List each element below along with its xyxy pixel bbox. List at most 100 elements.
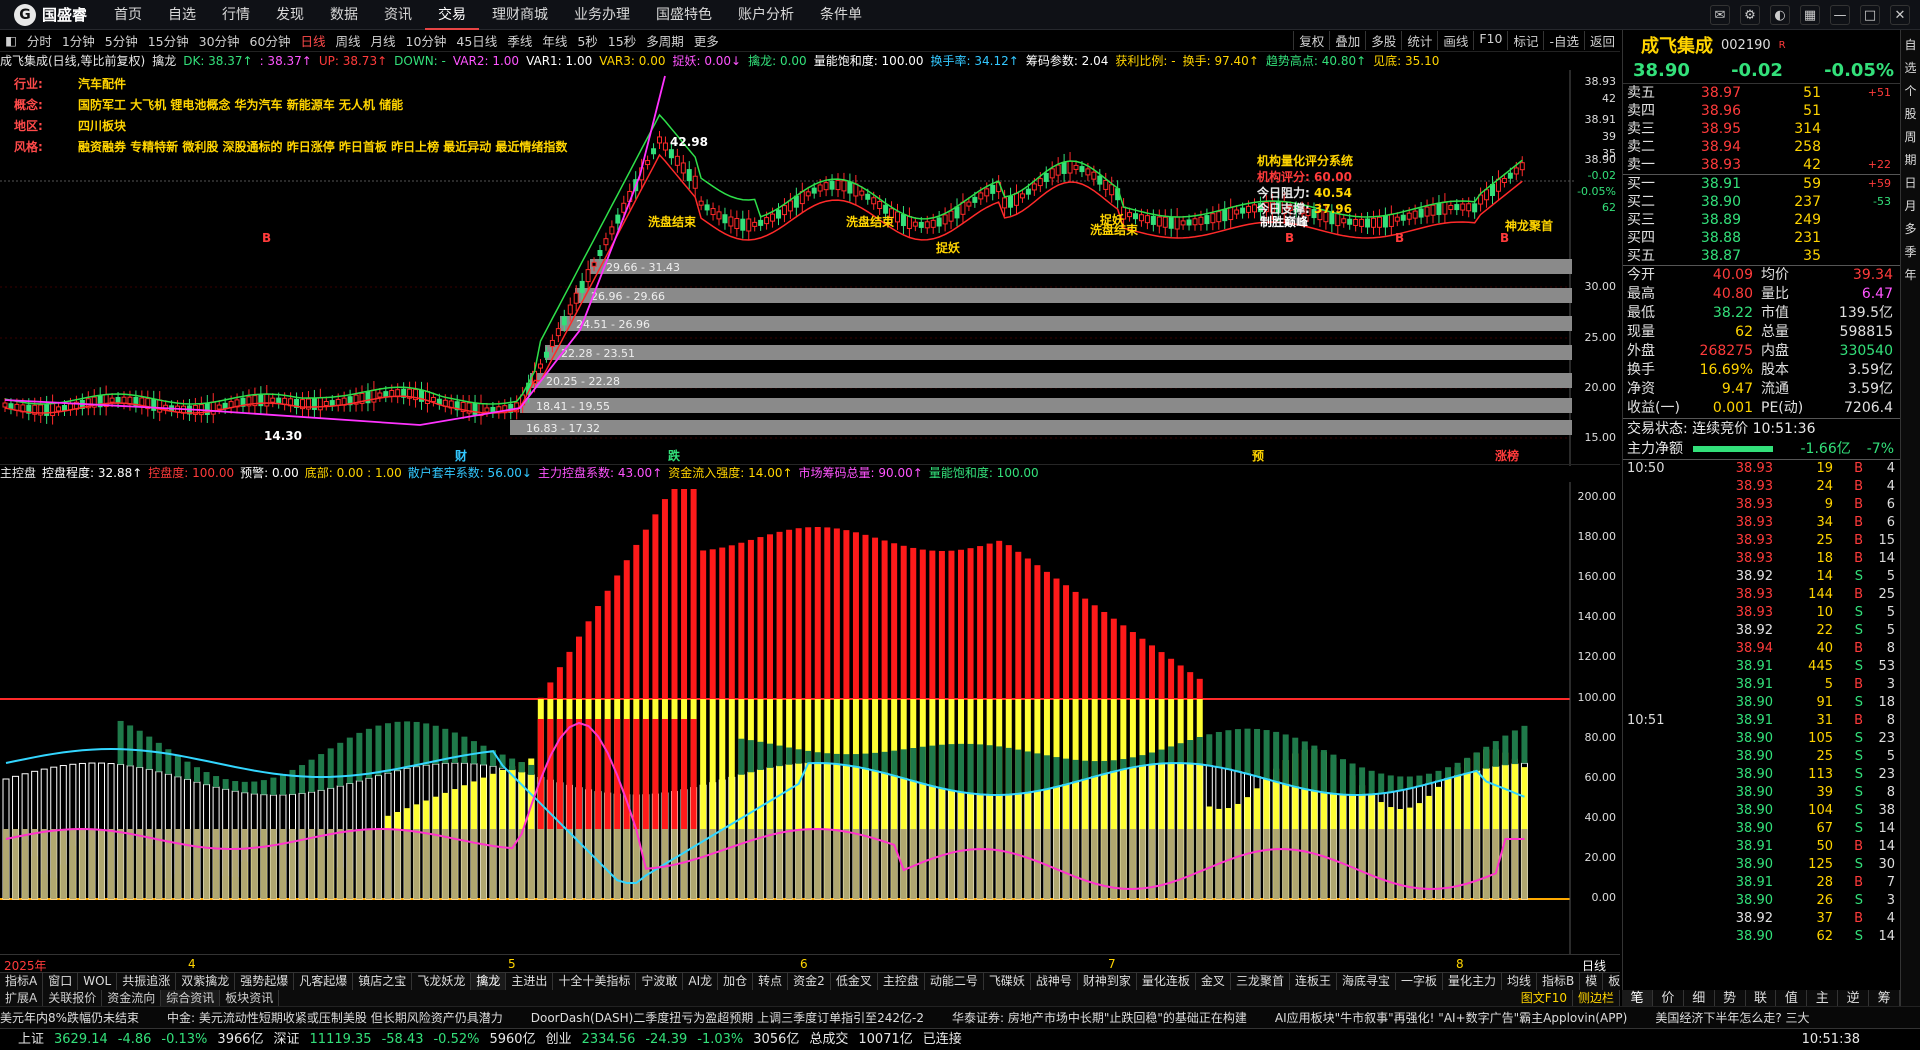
- indicator-tab[interactable]: 低金叉: [831, 973, 878, 990]
- ask-row[interactable]: 卖三 38.95 314: [1623, 120, 1900, 138]
- quote-panel-tab[interactable]: 联: [1746, 990, 1777, 1006]
- nav-item-6[interactable]: 交易: [425, 0, 480, 30]
- indicator-tab[interactable]: 十全十美指标: [553, 973, 637, 990]
- indicator-tab[interactable]: 加仓: [718, 973, 754, 990]
- nav-item-4[interactable]: 数据: [317, 0, 371, 30]
- indicator-tab[interactable]: 资金2: [788, 973, 831, 990]
- indicator-tab[interactable]: 量化主力: [1443, 973, 1503, 990]
- side-tool[interactable]: 自: [1901, 36, 1920, 53]
- bid-row[interactable]: 买一 38.91 59 +59: [1623, 175, 1900, 193]
- layout-icon[interactable]: ▦: [1800, 4, 1820, 25]
- close-icon[interactable]: ✕: [1890, 4, 1910, 25]
- control-indicator-chart[interactable]: [0, 482, 1620, 954]
- info-tab[interactable]: 资金流向: [102, 990, 162, 1006]
- period-4[interactable]: 30分钟: [194, 31, 245, 50]
- ask-row[interactable]: 卖四 38.96 51: [1623, 102, 1900, 120]
- bid-row[interactable]: 买五 38.87 35: [1623, 247, 1900, 265]
- indicator-tab[interactable]: 擒龙: [471, 973, 507, 990]
- period-6[interactable]: 日线: [295, 31, 330, 50]
- indicator-tab[interactable]: 飞碟妖: [984, 973, 1031, 990]
- side-tool[interactable]: 股: [1901, 105, 1920, 122]
- side-tool[interactable]: 季: [1901, 243, 1920, 260]
- indicator-tab[interactable]: 飞龙妖龙: [412, 973, 472, 990]
- info-tab[interactable]: 扩展A: [0, 990, 44, 1006]
- info-tab[interactable]: 板块资讯: [220, 990, 280, 1006]
- side-tool[interactable]: 个: [1901, 82, 1920, 99]
- period-9[interactable]: 10分钟: [401, 31, 452, 50]
- indicator-tab[interactable]: AI龙: [683, 973, 719, 990]
- period-10[interactable]: 45日线: [451, 31, 502, 50]
- indicator-tab[interactable]: 转点: [753, 973, 789, 990]
- indicator-tab[interactable]: 主进出: [506, 973, 554, 990]
- indicator-tab[interactable]: 共振追涨: [117, 973, 177, 990]
- news-item[interactable]: DoorDash(DASH)二季度扭亏为盈超预期 上调三季度订单指引至242亿-…: [531, 1011, 924, 1025]
- nav-item-1[interactable]: 自选: [155, 0, 209, 30]
- period-13[interactable]: 5秒: [572, 31, 602, 50]
- indicator-tab[interactable]: 量化连板: [1137, 973, 1196, 990]
- indicator-tab[interactable]: 连板王: [1290, 973, 1337, 990]
- tab-right-item[interactable]: 模: [1580, 973, 1604, 990]
- indicator-tab[interactable]: 三龙聚首: [1231, 973, 1290, 990]
- period-7[interactable]: 周线: [330, 31, 365, 50]
- settings-icon[interactable]: ⚙: [1740, 4, 1760, 25]
- nav-item-10[interactable]: 账户分析: [725, 0, 807, 30]
- indicator-tab[interactable]: 金叉: [1196, 973, 1231, 990]
- bid-row[interactable]: 买二 38.90 237 -53: [1623, 193, 1900, 211]
- tool-6[interactable]: 标记: [1507, 31, 1543, 50]
- tool-4[interactable]: 画线: [1437, 31, 1473, 50]
- quote-panel-tab[interactable]: 逆: [1838, 990, 1870, 1006]
- period-11[interactable]: 季线: [502, 31, 537, 50]
- nav-item-5[interactable]: 资讯: [371, 0, 425, 30]
- nav-item-8[interactable]: 业务办理: [561, 0, 643, 30]
- side-tool[interactable]: 日: [1901, 174, 1920, 191]
- indicator-tab[interactable]: 海底寻宝: [1337, 973, 1396, 990]
- indicator-tab[interactable]: 宁波敢: [636, 973, 684, 990]
- side-tool[interactable]: 周: [1901, 128, 1920, 145]
- side-tool[interactable]: 期: [1901, 151, 1920, 168]
- info-tab[interactable]: 综合资讯: [161, 990, 221, 1006]
- indicator-tab[interactable]: 凡客起爆: [294, 973, 354, 990]
- tool-5[interactable]: F10: [1473, 31, 1507, 50]
- news-item[interactable]: 华泰证券: 房地产市场中长期"止跌回稳"的基础正在构建: [952, 1011, 1247, 1025]
- indicator-tab[interactable]: 战神号: [1031, 973, 1078, 990]
- tool-3[interactable]: 统计: [1401, 31, 1437, 50]
- indicator-tab[interactable]: 指标A: [0, 973, 44, 990]
- news-ticker[interactable]: 美元年内8%跌幅仍未结束 中金: 美元流动性短期收紧或压制美股 但长期风险资产仍具…: [0, 1006, 1920, 1028]
- bid-row[interactable]: 买四 38.88 231: [1623, 229, 1900, 247]
- tool-2[interactable]: 多股: [1365, 31, 1401, 50]
- indicator-tab[interactable]: WOL: [78, 973, 118, 990]
- info-tab-right-item[interactable]: 图文F10: [1516, 990, 1573, 1006]
- news-item[interactable]: AI应用板块"牛市叙事"再强化! "AI+数字广告"霸主Applovin(APP…: [1275, 1011, 1627, 1025]
- news-item[interactable]: 美元年内8%跌幅仍未结束: [0, 1011, 139, 1025]
- quote-panel-tab[interactable]: 细: [1684, 990, 1715, 1006]
- minimize-icon[interactable]: —: [1830, 4, 1850, 25]
- tool-1[interactable]: 叠加: [1329, 31, 1365, 50]
- indicator-tab[interactable]: 均线: [1502, 973, 1538, 990]
- indicator-tab[interactable]: 财神到家: [1078, 973, 1137, 990]
- indicator-tab[interactable]: 强势起爆: [235, 973, 295, 990]
- ask-row[interactable]: 卖五 38.97 51 +51: [1623, 84, 1900, 102]
- period-5[interactable]: 60分钟: [245, 31, 296, 50]
- indicator-tab[interactable]: 镇店之宝: [353, 973, 413, 990]
- side-tool[interactable]: 多: [1901, 220, 1920, 237]
- indicator-tab[interactable]: 双紫擒龙: [176, 973, 236, 990]
- quote-panel-tab[interactable]: 主: [1807, 990, 1839, 1006]
- quote-panel-tab[interactable]: 价: [1653, 990, 1684, 1006]
- nav-item-0[interactable]: 首页: [101, 0, 155, 30]
- bid-row[interactable]: 买三 38.89 249: [1623, 211, 1900, 229]
- period-8[interactable]: 月线: [365, 31, 400, 50]
- indicator-tab[interactable]: 主控盘: [878, 973, 925, 990]
- news-item[interactable]: 中金: 美元流动性短期收紧或压制美股 但长期风险资产仍具潜力: [167, 1011, 503, 1025]
- info-tab[interactable]: 关联报价: [43, 990, 103, 1006]
- period-3[interactable]: 15分钟: [143, 31, 194, 50]
- tab-right-item[interactable]: 板: [1603, 973, 1620, 990]
- tick-list[interactable]: 10:50 38.93 19 B 4 38.93 24 B 4 38.93 9 B 6 38.93 34 B 6…: [1623, 460, 1900, 946]
- nav-item-2[interactable]: 行情: [209, 0, 263, 30]
- side-tool[interactable]: 选: [1901, 59, 1920, 76]
- period-12[interactable]: 年线: [537, 31, 572, 50]
- tool-7[interactable]: -自选: [1543, 31, 1584, 50]
- indicator-tab[interactable]: 一字板: [1396, 973, 1443, 990]
- period-16[interactable]: 更多: [689, 31, 724, 50]
- nav-item-9[interactable]: 国盛特色: [643, 0, 725, 30]
- nav-item-11[interactable]: 条件单: [807, 0, 875, 30]
